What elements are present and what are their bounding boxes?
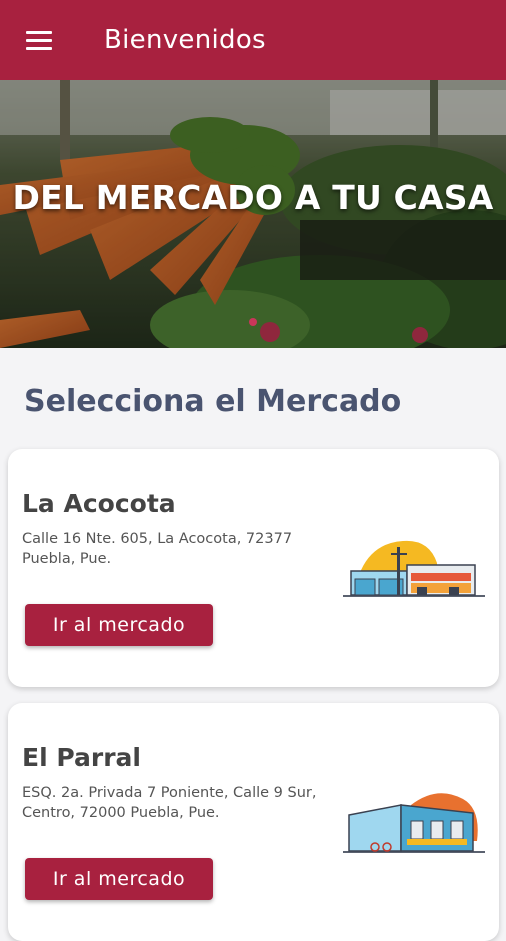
market-card[interactable]: El Parral ESQ. 2a. Privada 7 Poniente, C… bbox=[8, 703, 499, 941]
app-bar-title: Bienvenidos bbox=[104, 25, 266, 55]
hero-banner[interactable]: DEL MERCADO A TU CASA bbox=[0, 80, 506, 348]
carousel-dot-active[interactable] bbox=[249, 318, 257, 326]
market-building-icon bbox=[343, 540, 485, 597]
carousel-indicator bbox=[0, 318, 506, 326]
market-address: ESQ. 2a. Privada 7 Poniente, Calle 9 Sur… bbox=[22, 785, 317, 821]
hero-title: DEL MERCADO A TU CASA bbox=[12, 178, 494, 217]
market-building-icon bbox=[343, 793, 485, 853]
hamburger-menu-icon[interactable] bbox=[26, 29, 54, 51]
app-bar: Bienvenidos bbox=[0, 0, 506, 80]
market-card[interactable]: La Acocota Calle 16 Nte. 605, La Acocota… bbox=[8, 449, 499, 687]
go-to-market-button[interactable]: Ir al mercado bbox=[25, 858, 213, 900]
market-name: El Parral bbox=[22, 743, 141, 772]
market-name: La Acocota bbox=[22, 489, 176, 518]
market-address: Calle 16 Nte. 605, La Acocota, 72377 Pue… bbox=[22, 531, 293, 567]
section-title: Selecciona el Mercado bbox=[24, 384, 402, 419]
go-to-market-button[interactable]: Ir al mercado bbox=[25, 604, 213, 646]
